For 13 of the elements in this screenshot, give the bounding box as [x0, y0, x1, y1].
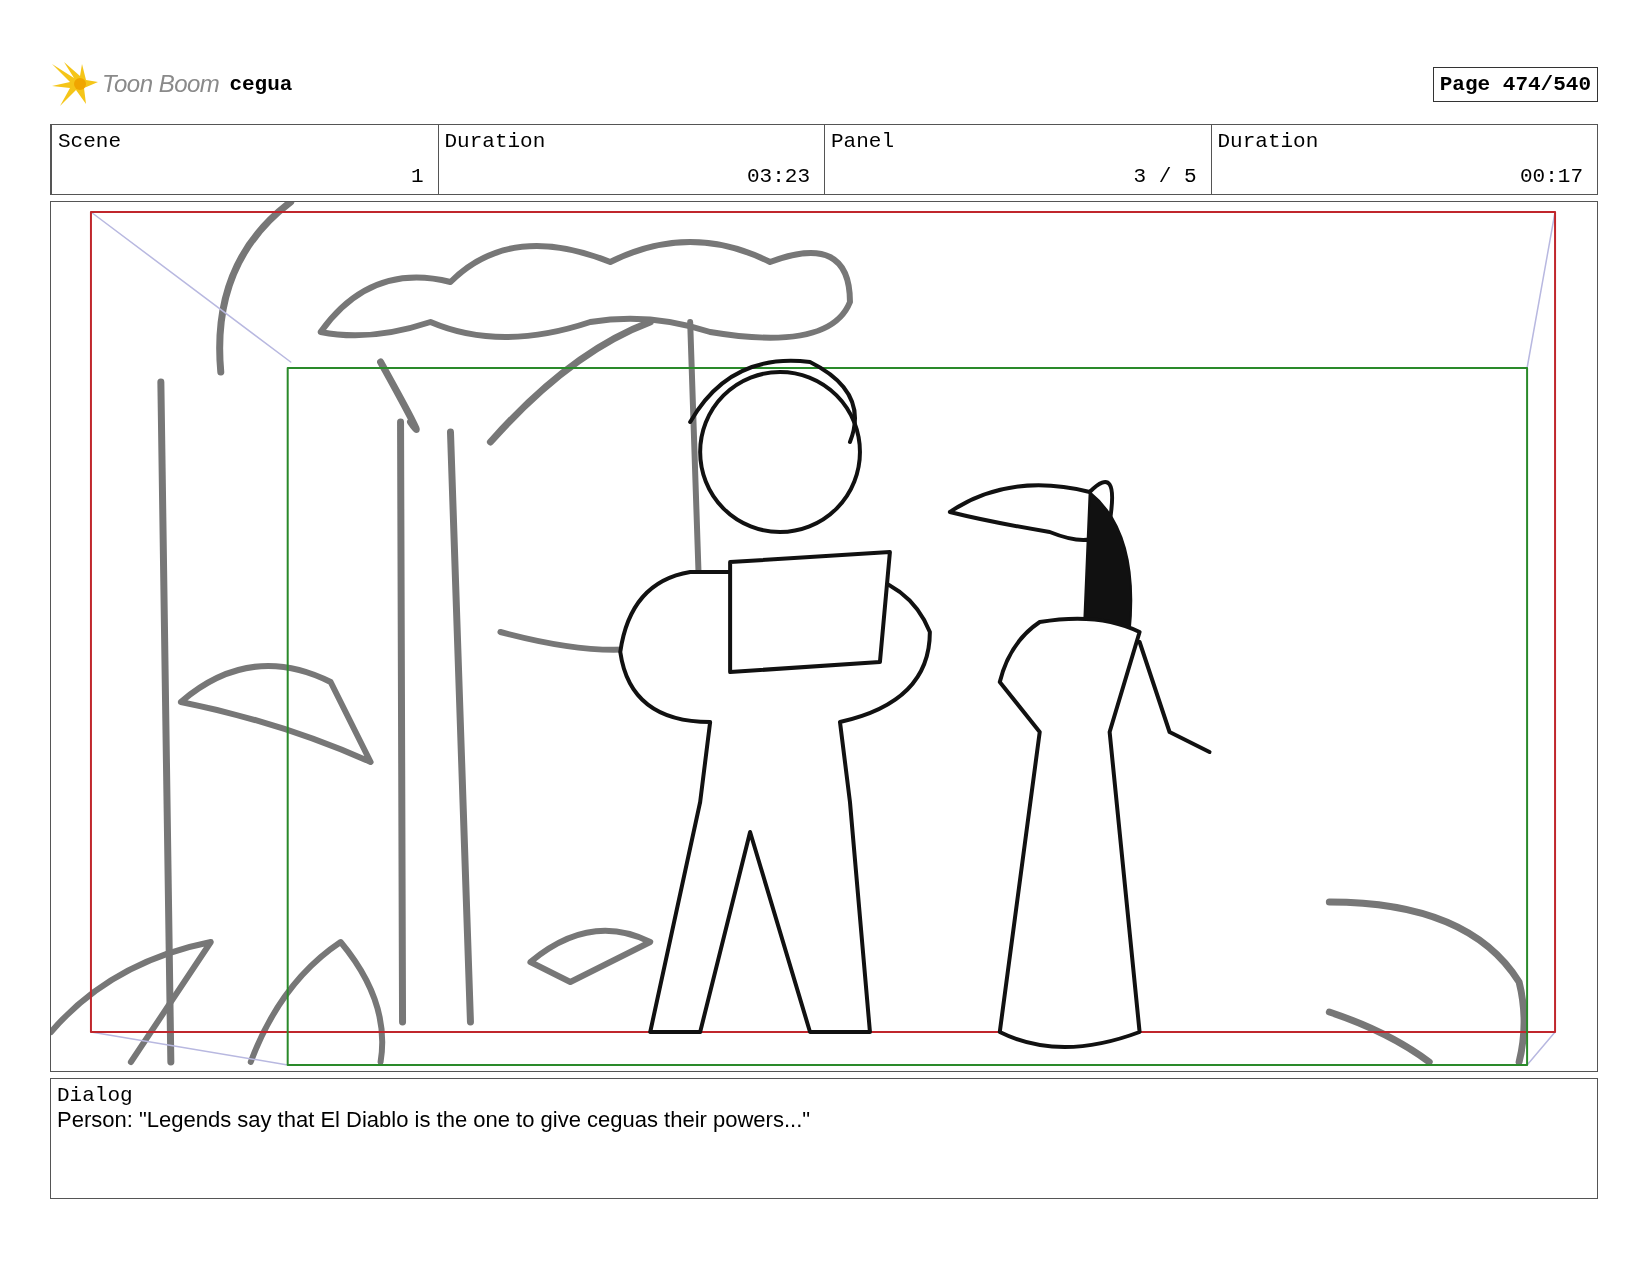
field-label: Scene: [58, 130, 122, 153]
field-label: Panel: [831, 130, 895, 153]
dialog-label: Dialog: [57, 1084, 134, 1107]
logo-text: Toon Boom: [102, 70, 220, 98]
page-number: Page 474/540: [1432, 66, 1598, 102]
field-value: 3 / 5: [1133, 165, 1197, 188]
project-name: cegua: [229, 72, 293, 96]
field-value: 03:23: [747, 165, 810, 188]
dialog-text: Person: "Legends say that El Diablo is the one to give ceguas their powers...": [57, 1107, 812, 1133]
field-label: Duration: [444, 130, 547, 153]
field-label: Duration: [1217, 130, 1320, 153]
field-value: 00:17: [1520, 165, 1583, 188]
field-value: 1: [410, 165, 424, 188]
